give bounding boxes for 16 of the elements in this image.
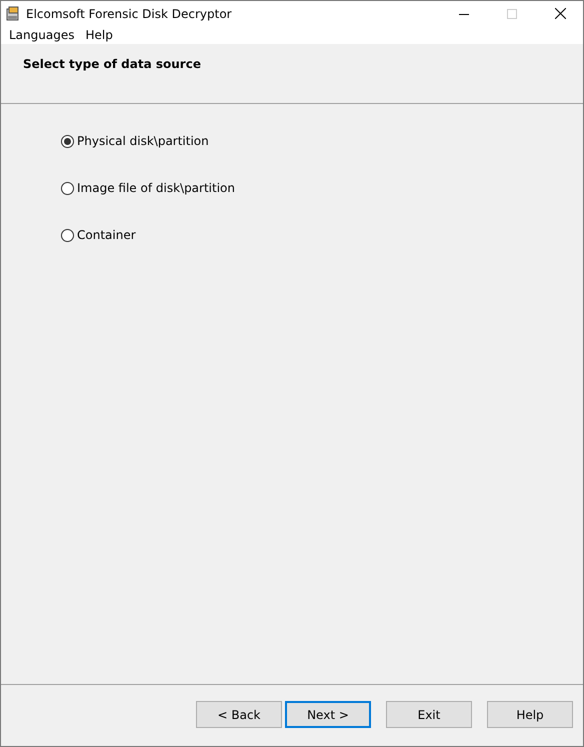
page-heading: Select type of data source xyxy=(23,57,202,71)
dialog-button[interactable]: Next > xyxy=(285,701,371,728)
dialog-button[interactable]: Exit xyxy=(386,701,472,728)
radio-button[interactable] xyxy=(61,228,74,242)
option-label[interactable]: Container xyxy=(77,228,136,242)
dialog-button[interactable]: Help xyxy=(487,701,573,728)
close-icon[interactable] xyxy=(554,8,566,19)
option-label[interactable]: Physical disk\partition xyxy=(77,134,209,148)
window-title: Elcomsoft Forensic Disk Decryptor xyxy=(26,6,233,20)
radio-button[interactable] xyxy=(61,134,74,148)
dialog-button[interactable]: < Back xyxy=(196,701,282,728)
menu-item[interactable]: Languages xyxy=(5,28,82,42)
radio-button[interactable] xyxy=(61,182,74,194)
option-label[interactable]: Image file of disk\partition xyxy=(77,181,235,195)
app-icon xyxy=(5,6,21,22)
menu-item[interactable]: Help xyxy=(81,28,120,42)
